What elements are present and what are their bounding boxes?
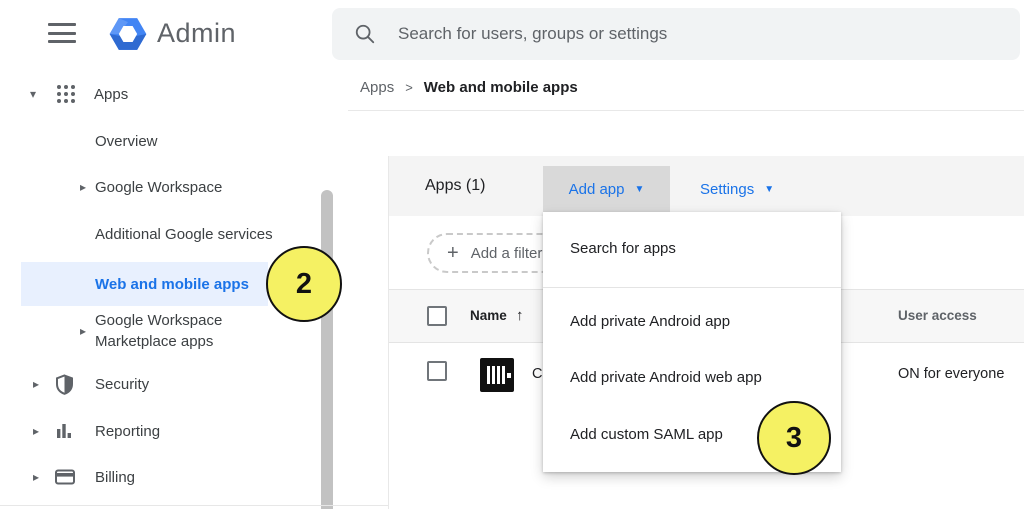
breadcrumb-parent[interactable]: Apps <box>360 79 394 96</box>
sidebar-item-security[interactable]: ▸ Security <box>33 372 149 396</box>
breadcrumb-current: Web and mobile apps <box>424 79 578 96</box>
shield-icon <box>55 374 95 395</box>
sidebar-item-web-and-mobile-apps-label[interactable]: Web and mobile apps <box>95 262 249 306</box>
sidebar-item-reporting[interactable]: ▸ Reporting <box>33 419 160 443</box>
sidebar-item-label: Overview <box>95 133 158 150</box>
chevron-right-icon[interactable]: ▸ <box>80 180 95 194</box>
chevron-right-icon[interactable]: ▸ <box>80 324 95 338</box>
sidebar-item-overview[interactable]: Overview <box>95 130 158 152</box>
sort-ascending-icon[interactable]: ↑ <box>516 289 524 343</box>
column-header-user-access[interactable]: User access <box>898 289 977 343</box>
sidebar-item-additional-google-services[interactable]: Additional Google services <box>95 223 273 245</box>
annotation-step-2: 2 <box>266 246 342 322</box>
plus-icon: + <box>447 242 459 265</box>
bar-chart-icon <box>55 422 95 440</box>
add-filter-label: Add a filter <box>471 245 543 262</box>
search-icon <box>354 23 376 45</box>
annotation-step-3: 3 <box>757 401 831 475</box>
sidebar-item-label: Reporting <box>95 423 160 440</box>
google-admin-logo-icon <box>106 12 150 61</box>
add-app-button[interactable]: Add app ▼ <box>543 166 670 212</box>
sidebar-item-label: Web and mobile apps <box>95 276 249 293</box>
menu-item-search-for-apps[interactable]: Search for apps <box>570 240 676 257</box>
app-name[interactable]: C <box>532 366 542 382</box>
sidebar-item-label: Apps <box>94 86 128 103</box>
breadcrumb: Apps > Web and mobile apps <box>360 79 578 96</box>
dropdown-arrow-icon: ▼ <box>764 184 774 195</box>
chevron-right-icon[interactable]: ▸ <box>33 424 55 438</box>
chevron-down-icon[interactable]: ▾ <box>30 87 56 101</box>
chevron-right-icon[interactable]: ▸ <box>33 377 55 391</box>
divider <box>348 110 1024 111</box>
credit-card-icon <box>55 469 95 485</box>
settings-button[interactable]: Settings ▼ <box>700 166 774 212</box>
sidebar-item-label: Additional Google services <box>95 226 273 243</box>
sidebar-item-google-workspace[interactable]: ▸ Google Workspace <box>80 176 222 198</box>
sidebar-item-label: Security <box>95 376 149 393</box>
breadcrumb-separator: > <box>405 80 413 95</box>
column-header-name[interactable]: Name <box>470 289 507 343</box>
sidebar-item-label: Google Workspace Marketplace apps <box>95 310 257 352</box>
chevron-right-icon[interactable]: ▸ <box>33 470 55 484</box>
search-input[interactable]: Search for users, groups or settings <box>332 8 1020 60</box>
menu-divider <box>543 287 841 288</box>
product-name: Admin <box>157 18 236 49</box>
menu-icon[interactable] <box>48 23 76 43</box>
row-checkbox[interactable] <box>427 361 447 381</box>
sidebar-item-apps[interactable]: ▾ Apps <box>30 80 128 108</box>
sidebar-item-label: Google Workspace <box>95 179 222 196</box>
menu-item-add-private-android-app[interactable]: Add private Android app <box>570 313 730 330</box>
select-all-checkbox[interactable] <box>427 306 447 326</box>
search-placeholder: Search for users, groups or settings <box>398 24 667 44</box>
user-access-value: ON for everyone <box>898 366 1004 382</box>
dropdown-arrow-icon: ▼ <box>634 184 644 195</box>
settings-label: Settings <box>700 181 754 198</box>
menu-item-add-private-android-web-app[interactable]: Add private Android web app <box>570 369 762 386</box>
divider <box>0 505 388 506</box>
apps-count-title: Apps (1) <box>425 156 485 216</box>
sidebar-item-label: Billing <box>95 469 135 486</box>
sidebar-scrollbar[interactable] <box>321 190 333 509</box>
apps-grid-icon <box>56 84 94 104</box>
app-logo-icon <box>480 358 514 397</box>
menu-item-add-custom-saml-app[interactable]: Add custom SAML app <box>570 426 723 443</box>
sidebar-item-billing[interactable]: ▸ Billing <box>33 465 135 489</box>
add-app-label: Add app <box>569 181 625 198</box>
sidebar-item-marketplace-apps[interactable]: ▸ Google Workspace Marketplace apps <box>80 310 257 352</box>
